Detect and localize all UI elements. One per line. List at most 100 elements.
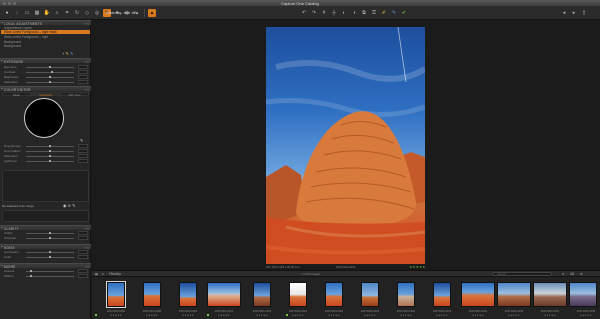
slider-handle[interactable]: [49, 66, 51, 69]
collapse-triangle-icon[interactable]: [1, 246, 3, 248]
zoom-icon[interactable]: ⌕: [53, 9, 61, 17]
moire-header[interactable]: MOIRÉ ? ≡: [0, 263, 91, 269]
thumbnail-image[interactable]: [497, 282, 531, 307]
thumbnail-rating[interactable]: ★★★★★: [460, 314, 496, 317]
exposure-slider[interactable]: Exposure: [4, 65, 88, 69]
slider-value-field[interactable]: [78, 159, 88, 163]
luminance-noise-slider[interactable]: Luminance: [4, 250, 88, 254]
slider-value-field[interactable]: [78, 274, 88, 278]
redo-icon[interactable]: ↷: [310, 9, 318, 17]
thumbnail[interactable]: 20071004-0133 ★★★★★: [424, 280, 460, 318]
section-menu-icon[interactable]: ? ≡: [85, 60, 89, 64]
collapse-triangle-icon[interactable]: [1, 227, 3, 229]
capture-icon[interactable]: ●: [3, 9, 11, 17]
thumbnail-image[interactable]: [569, 282, 597, 307]
erase-layer-icon[interactable]: ✎: [70, 51, 73, 56]
slider-value-field[interactable]: [78, 154, 88, 158]
slider-value-field[interactable]: [78, 65, 88, 69]
slider-handle[interactable]: [49, 155, 51, 158]
search-input[interactable]: Search: [492, 272, 552, 276]
slider-track[interactable]: [26, 270, 74, 272]
add-layer-icon[interactable]: +: [62, 51, 64, 56]
slider-handle[interactable]: [49, 76, 51, 79]
document-tab[interactable]: Wave-day...rsyo .tiff: [104, 11, 136, 15]
slider-value-field[interactable]: [78, 236, 88, 240]
thumbnail[interactable]: 20071004-0088 ★★★★★: [134, 280, 170, 318]
crop-icon[interactable]: ⌗: [63, 9, 71, 17]
thumbnail-rating[interactable]: ★★★★★: [424, 314, 460, 317]
collapse-triangle-icon[interactable]: [1, 265, 3, 267]
pencil-icon[interactable]: ✐: [380, 9, 388, 17]
brush-icon[interactable]: ✎: [65, 51, 68, 56]
thumbnail-rating[interactable]: ★★★★★: [98, 314, 134, 317]
thumbnail-rating[interactable]: ★★★★★: [244, 314, 280, 317]
brightness-slider[interactable]: Brightness: [4, 75, 88, 79]
thumbnail-image[interactable]: [289, 282, 307, 307]
proof-icon[interactable]: ◑: [350, 9, 358, 17]
apply-icon[interactable]: ✔: [400, 9, 408, 17]
slider-handle[interactable]: [49, 232, 51, 235]
tab-skin-tone[interactable]: Skin Tone: [60, 92, 89, 97]
slider-handle[interactable]: [30, 270, 32, 273]
slider-value-field[interactable]: [78, 144, 88, 148]
color-range-list[interactable]: [2, 170, 89, 202]
thumbnail[interactable]: 20071004-0116 ★★★★★: [316, 280, 352, 318]
color-saturation-slider[interactable]: Saturation: [4, 154, 88, 158]
slider-value-field[interactable]: [78, 149, 88, 153]
thumbnail-rating[interactable]: ★★★★★: [134, 314, 170, 317]
main-photo[interactable]: [266, 27, 425, 264]
sort-icon[interactable]: ⇅: [562, 272, 565, 276]
hue-rotation-slider[interactable]: Hue rotation: [4, 149, 88, 153]
slider-value-field[interactable]: [78, 231, 88, 235]
smoothness-slider[interactable]: Smoothness: [4, 144, 88, 148]
thumbnail-rating[interactable]: ★★★★★: [206, 314, 242, 317]
thumbnail-image[interactable]: [461, 282, 495, 307]
undo-icon[interactable]: ↶: [300, 9, 308, 17]
slider-value-field[interactable]: [78, 80, 88, 84]
slider-handle[interactable]: [49, 81, 51, 84]
lock-icon[interactable]: ⚿: [370, 9, 378, 17]
collapse-triangle-icon[interactable]: [1, 22, 3, 24]
thumbnail-image[interactable]: [433, 282, 451, 307]
thumbnail-image[interactable]: [179, 282, 197, 307]
back-icon[interactable]: ◂: [560, 9, 568, 17]
exposure-icon[interactable]: ◐: [340, 9, 348, 17]
tab-basic[interactable]: Basic: [2, 92, 31, 97]
slider-handle[interactable]: [49, 150, 51, 153]
layer-item-selected[interactable]: Wave-toned Foreground – right mask: [1, 30, 90, 34]
color-wheel[interactable]: [24, 98, 64, 138]
copy-icon[interactable]: ✎: [390, 9, 398, 17]
structure-slider[interactable]: Structure: [4, 236, 88, 240]
thumbnail-rating[interactable]: ★★★★★: [170, 314, 206, 317]
pick-color-range-icon[interactable]: ✎: [72, 203, 75, 208]
slider-track[interactable]: [26, 71, 74, 73]
thumbnail-image[interactable]: [143, 282, 161, 307]
collapse-triangle-icon[interactable]: [1, 88, 3, 90]
thumbnail-rating[interactable]: ★★★★★: [352, 314, 388, 317]
grid-view-icon[interactable]: ▦: [95, 272, 98, 276]
thumbnail-image[interactable]: [397, 282, 415, 307]
pan-icon[interactable]: ✋: [43, 9, 51, 17]
layer-item[interactable]: Wave-toned Foreground – right: [4, 35, 48, 39]
tab-advanced[interactable]: Advanced: [31, 92, 60, 97]
list-view-icon[interactable]: ≡: [102, 272, 104, 276]
moire-amount-slider[interactable]: Amount: [4, 269, 88, 273]
forward-icon[interactable]: ▸: [570, 9, 578, 17]
thumbnail[interactable]: 20071004-0082 ★★★★★: [95, 280, 134, 318]
thumbnail-image[interactable]: [207, 282, 241, 307]
slider-handle[interactable]: [30, 275, 32, 278]
thumbnail[interactable]: 20071004-0120 ★★★★★: [352, 280, 388, 318]
slider-handle[interactable]: [49, 251, 51, 254]
color-picker-icon[interactable]: ✎: [80, 138, 83, 143]
exposure-header[interactable]: EXPOSURE ? ≡: [0, 58, 91, 64]
slider-value-field[interactable]: [78, 255, 88, 259]
color-range-actions[interactable]: ◉ ✕ ✎: [63, 203, 75, 208]
slider-handle[interactable]: [49, 145, 51, 148]
thumbnail-image[interactable]: [106, 281, 126, 308]
rating-stars[interactable]: ★ ★ ★ ★ ★: [409, 265, 425, 269]
local-adjustments-header[interactable]: LOCAL ADJUSTMENTS ? ≡: [0, 20, 91, 26]
slider-value-field[interactable]: [78, 75, 88, 79]
slider-handle[interactable]: [51, 71, 53, 74]
thumbnail-rating[interactable]: ★★★★★: [316, 314, 352, 317]
thumbnail-rating[interactable]: ★★★★★: [496, 314, 532, 317]
